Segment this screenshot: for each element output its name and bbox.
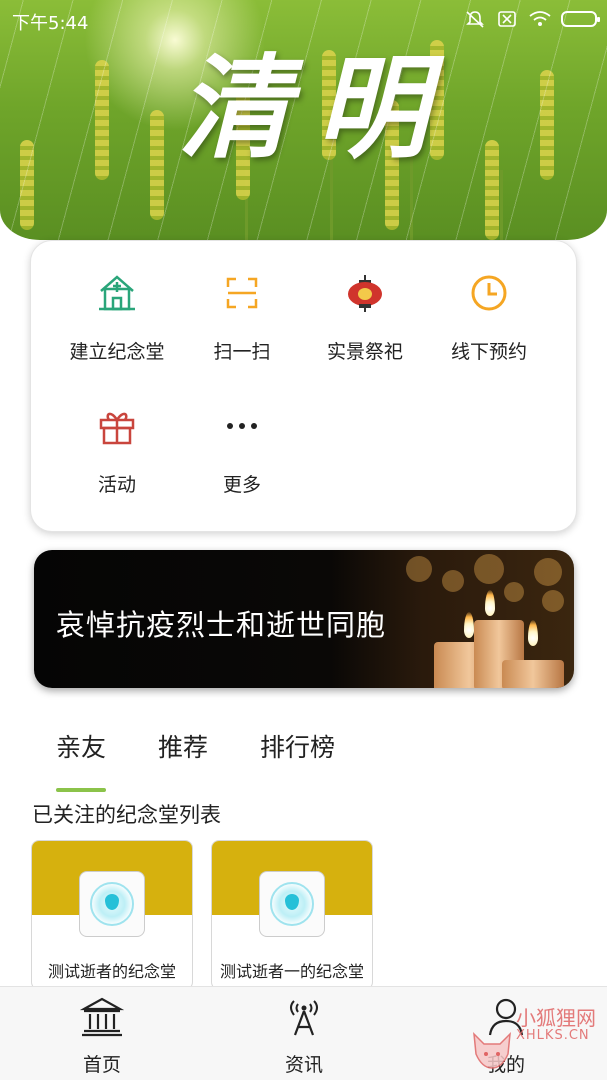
memorial-hall-card[interactable]: 测试逝者的纪念堂 <box>31 840 193 990</box>
status-time: 下午5:44 <box>12 13 89 34</box>
candle-flame <box>485 590 495 616</box>
bokeh-light <box>504 582 524 602</box>
watermark: 小狐狸网 XHLKS.CN <box>468 1000 607 1080</box>
wifi-icon <box>529 10 551 28</box>
no-sim-icon <box>497 10 517 28</box>
scan-icon <box>222 273 262 313</box>
hall-thumbnail <box>259 871 325 937</box>
nav-news[interactable]: 资讯 <box>234 987 374 1081</box>
menu-label: 活动 <box>97 474 136 496</box>
candle <box>502 660 564 688</box>
menu-label: 更多 <box>222 474 261 496</box>
battery-icon <box>561 11 600 27</box>
section-title: 已关注的纪念堂列表 <box>32 803 221 827</box>
tab-bar: 亲友 推荐 排行榜 <box>56 728 335 792</box>
hall-thumbnail <box>79 871 145 937</box>
menu-label: 建立纪念堂 <box>69 341 165 363</box>
bokeh-light <box>474 554 504 584</box>
nav-label: 首页 <box>82 1054 121 1076</box>
mute-icon <box>465 10 485 28</box>
menu-item-scan[interactable]: 扫一扫 <box>172 241 312 363</box>
menu-item-activities[interactable]: 活动 <box>47 374 187 496</box>
watermark-subtitle: XHLKS.CN <box>516 1028 590 1043</box>
menu-label: 线下预约 <box>450 341 527 363</box>
candle-flame <box>464 612 474 638</box>
bank-icon <box>79 995 125 1039</box>
memorial-hall-card[interactable]: 测试逝者一的纪念堂 <box>211 840 373 990</box>
menu-item-create-memorial[interactable]: 建立纪念堂 <box>47 241 187 363</box>
banner-title: 清明 <box>178 43 454 174</box>
lantern-icon <box>345 273 385 313</box>
hall-name: 测试逝者一的纪念堂 <box>219 962 364 981</box>
hall-name: 测试逝者的纪念堂 <box>47 962 176 981</box>
menu-item-offline-booking[interactable]: 线下预约 <box>419 241 559 363</box>
menu-item-more[interactable]: 更多 <box>172 374 312 496</box>
bokeh-light <box>542 590 564 612</box>
broadcast-icon <box>282 995 326 1039</box>
menu-item-live-worship[interactable]: 实景祭祀 <box>295 241 435 363</box>
status-bar: 下午5:44 <box>0 0 607 40</box>
clock-icon <box>469 273 509 313</box>
nav-label: 资讯 <box>284 1054 323 1076</box>
status-icons <box>465 10 600 28</box>
fox-logo-icon <box>470 1028 514 1072</box>
more-icon <box>222 406 262 446</box>
quick-menu-card: 建立纪念堂 扫一扫 实景祭祀 线下预约 活动 更多 <box>30 240 577 532</box>
memorial-promo-banner[interactable]: 哀悼抗疫烈士和逝世同胞 <box>34 550 574 688</box>
bokeh-light <box>406 556 432 582</box>
gift-icon <box>97 406 137 446</box>
tab-ranking[interactable]: 排行榜 <box>260 728 335 778</box>
bokeh-light <box>442 570 464 592</box>
menu-label: 扫一扫 <box>213 341 271 363</box>
candle-flame <box>528 620 538 646</box>
promo-text: 哀悼抗疫烈士和逝世同胞 <box>56 608 387 642</box>
tab-recommended[interactable]: 推荐 <box>158 728 208 778</box>
menu-label: 实景祭祀 <box>326 341 403 363</box>
bokeh-light <box>534 558 562 586</box>
watermark-title: 小狐狸网 <box>516 1006 596 1030</box>
nav-home[interactable]: 首页 <box>32 987 172 1081</box>
tab-friends[interactable]: 亲友 <box>56 728 107 792</box>
memorial-hall-icon <box>97 273 137 313</box>
